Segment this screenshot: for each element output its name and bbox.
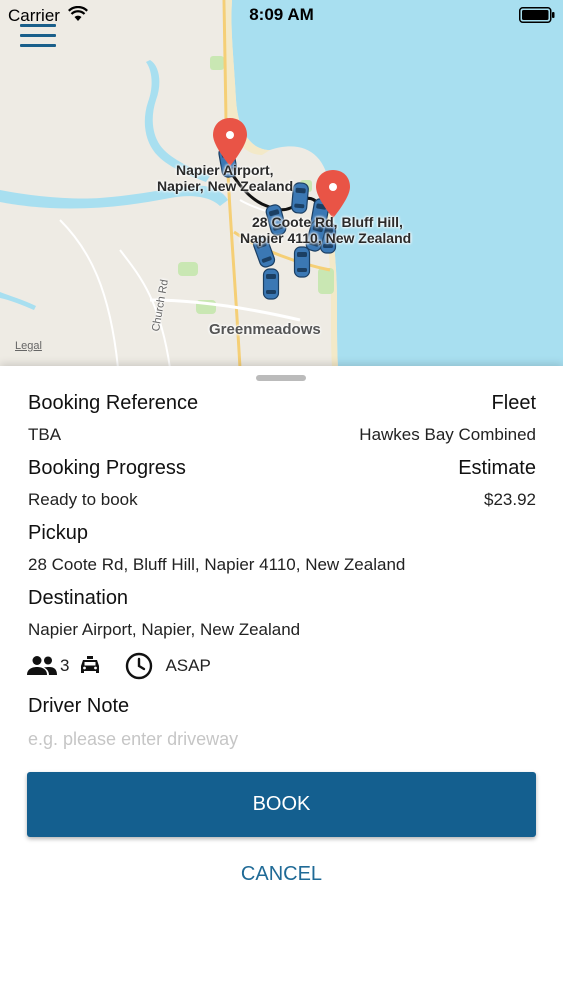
- estimate-label: Estimate: [458, 457, 536, 479]
- booking-reference-row: Booking Reference Fleet: [28, 392, 536, 418]
- pickup-label-line1: 28 Coote Rd, Bluff Hill,: [252, 214, 403, 230]
- taxi-car-icon: [262, 268, 280, 300]
- pickup-section: Pickup: [28, 522, 536, 548]
- cancel-button[interactable]: CANCEL: [27, 856, 536, 892]
- status-bar: Carrier 8:09 AM: [0, 0, 563, 30]
- destination-address-row[interactable]: Napier Airport, Napier, New Zealand: [28, 620, 536, 642]
- taxi-type-icon[interactable]: [79, 656, 101, 676]
- airport-label-line2: Napier, New Zealand: [157, 178, 294, 194]
- pickup-label: Pickup: [28, 522, 89, 544]
- booking-reference-value: TBA: [28, 425, 62, 444]
- pickup-address-row[interactable]: 28 Coote Rd, Bluff Hill, Napier 4110, Ne…: [28, 555, 536, 577]
- fleet-value: Hawkes Bay Combined: [359, 425, 536, 444]
- booking-sheet: Booking Reference Fleet TBA Hawkes Bay C…: [0, 366, 563, 1000]
- booking-progress-row: Booking Progress Estimate: [28, 457, 536, 483]
- driver-note-input[interactable]: [28, 726, 536, 752]
- airport-label-line1: Napier Airport,: [176, 162, 274, 178]
- booking-progress-values: Ready to book $23.92: [28, 490, 536, 512]
- destination-label: Destination: [28, 587, 129, 609]
- book-button[interactable]: BOOK: [27, 772, 536, 837]
- booking-reference-values: TBA Hawkes Bay Combined: [28, 425, 536, 447]
- destination-address[interactable]: Napier Airport, Napier, New Zealand: [28, 620, 300, 639]
- pickup-map-pin-icon[interactable]: [314, 168, 352, 220]
- status-time: 8:09 AM: [249, 5, 314, 24]
- pickup-label-line2: Napier 4110, New Zealand: [240, 230, 412, 246]
- passenger-count: 3: [60, 656, 70, 675]
- booking-reference-label: Booking Reference: [28, 392, 199, 414]
- sheet-grabber-handle[interactable]: [256, 375, 306, 381]
- greenmeadows-label: Greenmeadows: [209, 321, 321, 338]
- fleet-label: Fleet: [491, 392, 536, 414]
- driver-note-label: Driver Note: [28, 695, 130, 717]
- battery-icon: [519, 7, 555, 23]
- driver-note-section: Driver Note: [28, 695, 536, 721]
- destination-section: Destination: [28, 587, 536, 613]
- booking-progress-value: Ready to book: [28, 490, 138, 509]
- pickup-address[interactable]: 28 Coote Rd, Bluff Hill, Napier 4110, Ne…: [28, 555, 405, 574]
- clock-icon[interactable]: [125, 652, 153, 680]
- map-view[interactable]: Napier Airport, Napier, New Zealand 28 C…: [0, 0, 563, 368]
- booking-progress-label: Booking Progress: [28, 457, 186, 479]
- estimate-value: $23.92: [484, 490, 536, 509]
- taxi-car-icon: [293, 246, 311, 278]
- pickup-time-value[interactable]: ASAP: [165, 656, 210, 676]
- trip-options-row: 3 ASAP: [26, 652, 211, 680]
- destination-map-pin-icon[interactable]: [211, 116, 249, 168]
- passengers-icon[interactable]: [26, 655, 58, 677]
- hamburger-menu-icon[interactable]: [20, 24, 56, 52]
- legal-link[interactable]: Legal: [15, 340, 42, 352]
